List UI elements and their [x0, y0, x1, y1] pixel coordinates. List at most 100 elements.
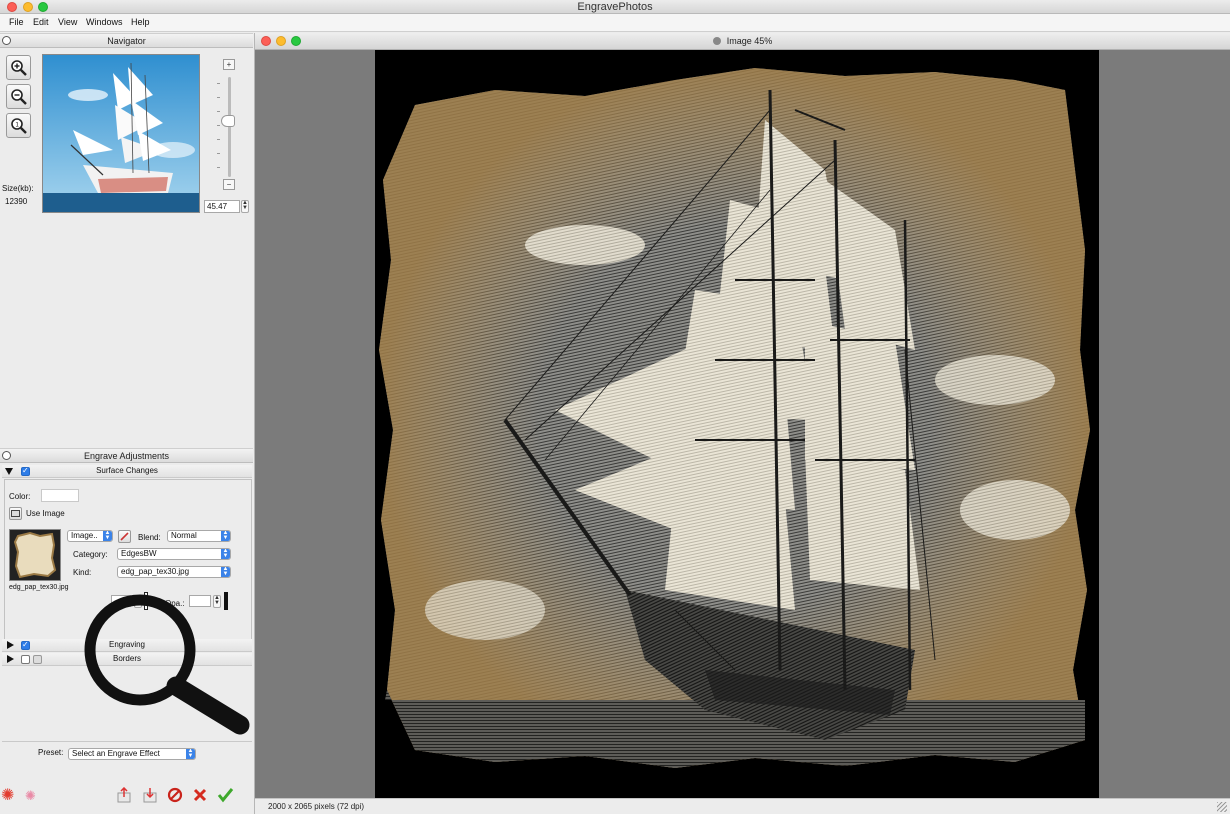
kind-select-value: edg_pap_tex30.jpg [121, 567, 190, 576]
blend-select[interactable]: Normal ▲ ▼ [167, 530, 231, 542]
category-label: Category: [73, 550, 108, 559]
engraving-row[interactable]: Engraving [2, 639, 252, 652]
navigator-header: Navigator [0, 33, 253, 48]
app-title: EngravePhotos [577, 1, 653, 13]
zoom-slider-plus-button[interactable]: + [223, 59, 235, 70]
size-value: 12390 [5, 197, 28, 206]
adjustments-header: Engrave Adjustments [0, 448, 253, 463]
opacity-field[interactable] [189, 595, 211, 607]
preset-select[interactable]: Select an Engrave Effect ▲ ▼ [68, 748, 196, 760]
zoom-slider-track[interactable] [228, 77, 231, 177]
zoom-in-button[interactable] [6, 55, 31, 80]
borders-title: Borders [112, 654, 141, 663]
random-effect-icon[interactable]: ✺ [1, 788, 14, 804]
engraved-ship-image [375, 50, 1099, 798]
pencil-icon [120, 532, 129, 541]
navigator-thumbnail[interactable] [42, 54, 200, 213]
zoom-actual-size-icon: 1 [11, 118, 27, 134]
blend-label: Blend: [138, 533, 161, 542]
menu-file[interactable]: File [9, 17, 24, 27]
cancel-button[interactable] [192, 787, 208, 807]
surface-changes-panel: Color: Use Image edg_pap_tex30.jpg Image… [4, 479, 252, 641]
texture-thumbnail[interactable] [9, 529, 61, 581]
document-title-text: Image 45% [726, 36, 773, 46]
zoom-input[interactable]: 45.47 [204, 200, 240, 213]
divider [2, 741, 252, 742]
surface-changes-row[interactable]: Surface Changes [2, 465, 252, 478]
menu-help[interactable]: Help [131, 17, 150, 27]
slider-tick [217, 139, 220, 140]
favorites-icon[interactable]: ✺ [25, 788, 36, 804]
select-arrows-icon: ▲ ▼ [221, 548, 230, 559]
slider-tick [217, 97, 220, 98]
source-select[interactable]: Image.. ▲ ▼ [67, 530, 113, 542]
zoom-in-icon [11, 60, 27, 76]
checkmark-icon [217, 788, 234, 803]
zoom-stepper[interactable]: ▲ ▼ [241, 200, 249, 213]
reset-button[interactable] [167, 787, 183, 807]
opacity-stepper[interactable]: ▲ ▼ [213, 595, 221, 608]
zoom-out-icon [11, 89, 27, 105]
adjustments-title: Engrave Adjustments [83, 451, 170, 461]
category-select[interactable]: EdgesBW ▲ ▼ [117, 548, 231, 560]
engraved-image[interactable] [375, 50, 1099, 798]
status-bar: 2000 x 2065 pixels (72 dpi) [255, 798, 1230, 814]
zoom-slider-handle[interactable] [221, 115, 235, 127]
zoom-actual-button[interactable]: 1 [6, 113, 31, 138]
menu-edit[interactable]: Edit [33, 17, 49, 27]
import-icon [143, 788, 157, 803]
resize-grip-icon[interactable] [1217, 802, 1227, 812]
use-image-button[interactable] [9, 507, 22, 520]
close-icon [193, 788, 207, 802]
image-icon [11, 510, 20, 517]
slider-tick [217, 111, 220, 112]
cancel-circle-icon [167, 787, 183, 803]
kind-select[interactable]: edg_pap_tex30.jpg ▲ ▼ [117, 566, 231, 578]
left-panel: Navigator 1 Size(kb): 12390 + − 45.47 ▲ … [0, 33, 255, 814]
save-preset-button[interactable] [116, 786, 132, 807]
menu-windows[interactable]: Windows [86, 17, 123, 27]
surface-changes-title: Surface Changes [96, 466, 158, 475]
ship-thumbnail-image [43, 55, 199, 212]
opacity-label: Opa.: [165, 599, 185, 608]
slider-tick [217, 83, 220, 84]
borders-row[interactable]: Borders [2, 653, 252, 666]
navigator-title: Navigator [107, 36, 146, 46]
size-slider[interactable] [144, 592, 148, 610]
edit-texture-button[interactable] [118, 530, 131, 543]
document-proxy-icon [712, 37, 721, 45]
category-select-value: EdgesBW [121, 549, 157, 558]
document-window: Image 45% 2000 x 2065 pixels (72 dpi) [255, 33, 1230, 814]
menu-view[interactable]: View [58, 17, 77, 27]
export-icon [117, 786, 131, 803]
preset-select-value: Select an Engrave Effect [72, 749, 160, 758]
slider-tick [217, 153, 220, 154]
texture-filename: edg_pap_tex30.jpg [9, 584, 69, 591]
select-arrows-icon: ▲ ▼ [221, 530, 230, 541]
slider-tick [217, 167, 220, 168]
select-arrows-icon: ▲ ▼ [103, 530, 112, 541]
image-dimensions: 2000 x 2065 pixels (72 dpi) [268, 802, 365, 811]
select-arrows-icon: ▲ ▼ [186, 748, 195, 759]
color-swatch[interactable] [41, 489, 79, 502]
select-arrows-icon: ▲ ▼ [221, 566, 230, 577]
engraving-title: Engraving [108, 640, 146, 649]
apply-button[interactable] [217, 787, 234, 807]
source-select-value: Image.. [71, 531, 98, 540]
blend-select-value: Normal [171, 531, 197, 540]
opacity-slider[interactable] [224, 592, 228, 610]
preset-label: Preset: [38, 748, 64, 757]
size-field[interactable] [111, 595, 131, 607]
zoom-slider-minus-button[interactable]: − [223, 179, 235, 190]
load-preset-button[interactable] [142, 787, 158, 807]
color-label: Color: [9, 492, 31, 501]
app-window: EngravePhotos File Edit View Windows Hel… [0, 0, 1230, 814]
document-header: Image 45% [255, 33, 1230, 50]
size-stepper[interactable]: ▲ ▼ [134, 595, 142, 608]
menu-bar: File Edit View Windows Help [0, 14, 1230, 32]
slider-tick [217, 125, 220, 126]
use-image-label: Use Image [26, 509, 65, 518]
paper-texture-image [10, 530, 60, 580]
zoom-out-button[interactable] [6, 84, 31, 109]
kind-label: Kind: [73, 568, 92, 577]
